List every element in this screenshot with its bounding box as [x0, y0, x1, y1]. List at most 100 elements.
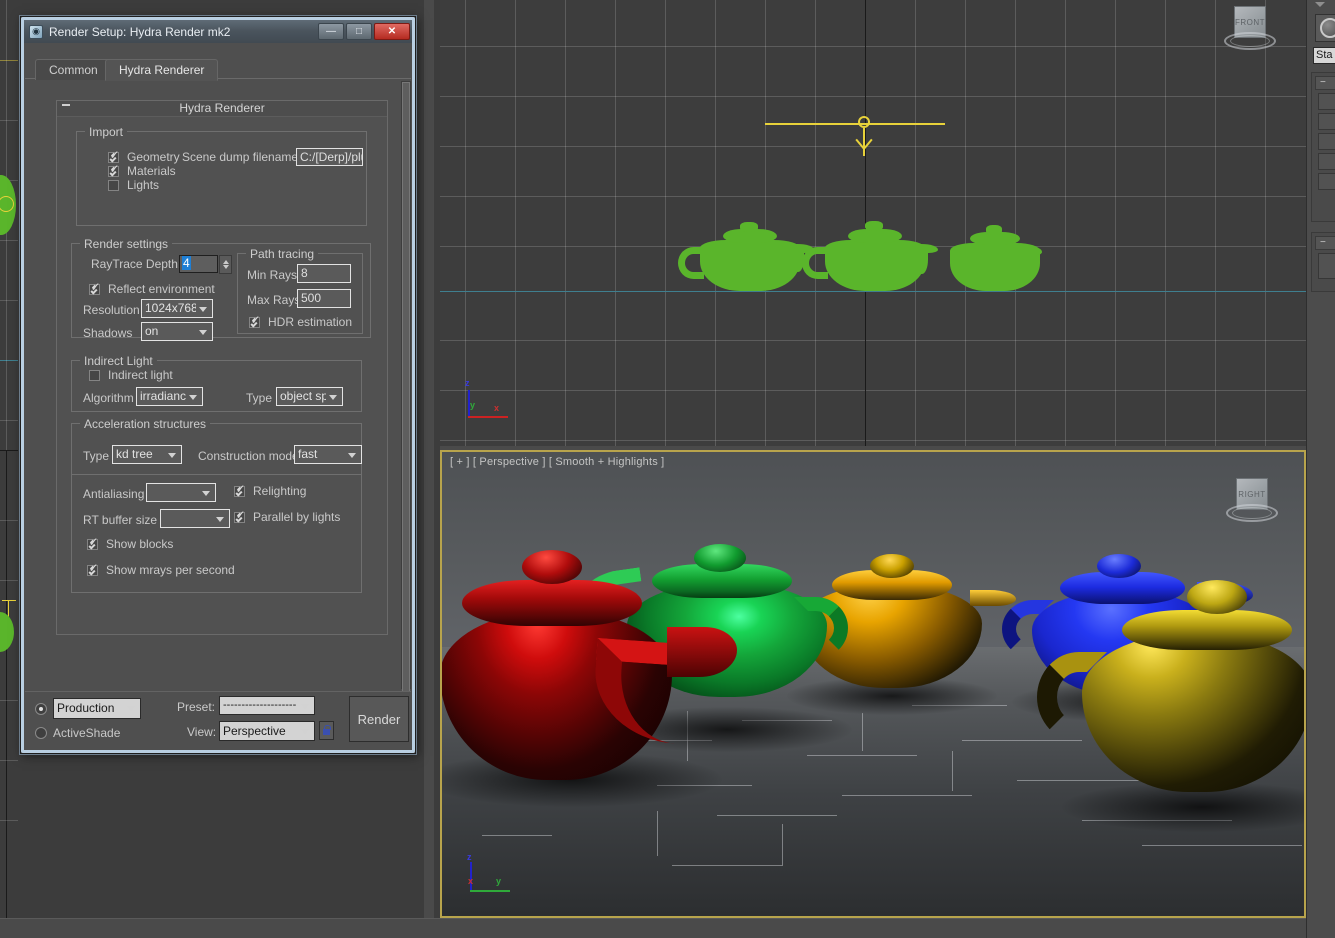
chevron-down-icon[interactable]: [186, 389, 201, 404]
resolution-dropdown[interactable]: 1024x768: [141, 299, 213, 318]
lights-checkbox[interactable]: [108, 180, 119, 191]
cmd-field[interactable]: [1318, 173, 1335, 190]
viewcube-right[interactable]: RIGHT: [1226, 474, 1278, 526]
left-viewport-sliver[interactable]: [0, 0, 18, 918]
max-rays-input[interactable]: 500: [297, 289, 351, 308]
render-settings-group-label: Render settings: [80, 237, 172, 251]
chevron-down-icon[interactable]: [345, 447, 360, 462]
dialog-footer: Production ActiveShade Preset: ---------…: [25, 691, 411, 749]
accel-type-label: Type: [83, 449, 109, 463]
preset-label: Preset:: [177, 700, 215, 714]
create-object-button[interactable]: [1315, 14, 1335, 42]
reflect-environment-checkbox[interactable]: ✓: [89, 284, 100, 295]
dialog-tabstrip: Common Hydra Renderer: [25, 59, 411, 79]
raytrace-depth-label: RayTrace Depth:: [91, 257, 181, 271]
chevron-down-icon[interactable]: [196, 301, 211, 316]
rollout-header[interactable]: −: [1315, 76, 1335, 90]
raytrace-depth-input[interactable]: 4: [179, 255, 218, 273]
production-mode-dropdown[interactable]: Production: [53, 698, 141, 719]
shadows-label: Shadows: [83, 326, 132, 340]
viewcube-front[interactable]: FRONT: [1224, 2, 1276, 54]
acceleration-group-label: Acceleration structures: [80, 417, 210, 431]
rollout-header[interactable]: −: [1315, 236, 1335, 250]
chevron-down-icon[interactable]: [165, 447, 180, 462]
lock-icon: [323, 729, 330, 735]
cmd-field[interactable]: [1318, 133, 1335, 150]
relighting-checkbox[interactable]: ✓: [234, 486, 245, 497]
algorithm-label: Algorithm: [83, 391, 134, 405]
viewcube-face-label: RIGHT: [1238, 490, 1265, 499]
cmd-field[interactable]: [1318, 253, 1335, 279]
chevron-down-icon[interactable]: [199, 485, 214, 500]
indirect-light-group-label: Indirect Light: [80, 354, 157, 368]
production-radio[interactable]: [35, 703, 47, 715]
front-viewport[interactable]: z x y FRONT: [440, 0, 1306, 446]
scrollbar-thumb[interactable]: [402, 82, 410, 702]
reflect-environment-label: Reflect environment: [108, 282, 215, 296]
perspective-viewport[interactable]: RIGHT z y x [ + ] [ Perspective ] [ Smoo…: [440, 450, 1306, 918]
chevron-down-icon[interactable]: [326, 389, 341, 404]
axis-label-z: z: [467, 852, 472, 862]
construction-mode-dropdown[interactable]: fast: [294, 445, 362, 464]
rt-buffer-label: RT buffer size: [83, 513, 157, 527]
raytrace-depth-spinner[interactable]: [219, 255, 232, 274]
cmd-field[interactable]: [1318, 113, 1335, 130]
chevron-down-icon[interactable]: [298, 698, 313, 713]
view-dropdown[interactable]: Perspective: [219, 721, 315, 741]
cmd-field[interactable]: [1318, 153, 1335, 170]
activeshade-label: ActiveShade: [53, 726, 120, 740]
algorithm-dropdown[interactable]: irradiance: [136, 387, 203, 406]
preset-dropdown[interactable]: --------------------: [219, 696, 315, 715]
close-button[interactable]: ✕: [374, 23, 410, 40]
scene-dump-input[interactable]: C:/[Derp]/plu: [296, 148, 363, 166]
render-button[interactable]: Render: [349, 696, 409, 742]
view-lock-button[interactable]: [319, 721, 334, 740]
indirect-type-dropdown[interactable]: object spa: [276, 387, 343, 406]
maximize-button[interactable]: □: [346, 23, 372, 40]
activeshade-radio[interactable]: [35, 727, 47, 739]
render-setup-dialog[interactable]: ◉ Render Setup: Hydra Render mk2 — □ ✕ C…: [20, 16, 416, 754]
minimize-button[interactable]: —: [318, 23, 344, 40]
geometry-label: Geometry: [127, 150, 180, 164]
production-label: Production: [57, 701, 114, 715]
command-panel[interactable]: Sta − −: [1306, 0, 1335, 938]
dialog-titlebar[interactable]: ◉ Render Setup: Hydra Render mk2 — □ ✕: [24, 20, 412, 43]
scene-dump-label: Scene dump filename: [182, 150, 298, 164]
show-mrays-checkbox[interactable]: ✓: [87, 565, 98, 576]
rt-buffer-dropdown[interactable]: [160, 509, 230, 528]
rollout-header-hydra[interactable]: Hydra Renderer: [57, 101, 387, 117]
viewport-label-perspective[interactable]: [ + ] [ Perspective ] [ Smooth + Highlig…: [450, 456, 664, 468]
cmd-rollout-1[interactable]: −: [1311, 72, 1335, 222]
shadows-dropdown[interactable]: on: [141, 322, 213, 341]
object-name-field[interactable]: Sta: [1313, 47, 1335, 64]
antialiasing-dropdown[interactable]: [146, 483, 216, 502]
chevron-down-icon[interactable]: [213, 511, 228, 526]
cmd-field[interactable]: [1318, 93, 1335, 110]
show-blocks-checkbox[interactable]: ✓: [87, 539, 98, 550]
viewcube-face-label: FRONT: [1235, 18, 1265, 27]
indirect-light-checkbox[interactable]: [89, 370, 100, 381]
panel-collapse-icon[interactable]: [1315, 2, 1325, 7]
axis-label-z: z: [465, 378, 470, 388]
dialog-scrollbar[interactable]: [401, 81, 411, 689]
cmd-rollout-2[interactable]: −: [1311, 232, 1335, 292]
viewport-divider[interactable]: [424, 0, 434, 918]
construction-mode-label: Construction mode: [198, 449, 299, 463]
import-group: Import ✓ Geometry ✓ Materials Lights Sce…: [76, 131, 367, 226]
hdr-estimation-checkbox[interactable]: ✓: [249, 317, 260, 328]
import-group-label: Import: [85, 125, 127, 139]
parallel-by-lights-checkbox[interactable]: ✓: [234, 512, 245, 523]
accel-type-dropdown[interactable]: kd tree: [112, 445, 182, 464]
raytrace-depth-value: 4: [182, 256, 191, 270]
tab-common[interactable]: Common: [35, 59, 112, 80]
materials-checkbox[interactable]: ✓: [108, 166, 119, 177]
chevron-down-icon[interactable]: [124, 700, 139, 715]
show-blocks-label: Show blocks: [106, 537, 173, 551]
chevron-down-icon[interactable]: [298, 723, 313, 738]
tab-hydra-renderer[interactable]: Hydra Renderer: [105, 59, 218, 81]
status-bar: [0, 918, 1306, 938]
relighting-label: Relighting: [253, 484, 306, 498]
chevron-down-icon[interactable]: [196, 324, 211, 339]
min-rays-input[interactable]: 8: [297, 264, 351, 283]
hdr-estimation-label: HDR estimation: [268, 315, 352, 329]
